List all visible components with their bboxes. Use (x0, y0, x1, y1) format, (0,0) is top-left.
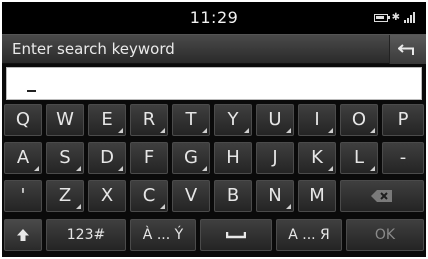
accented-chars-button[interactable]: À ... Ý (130, 219, 196, 251)
key-n[interactable]: N (256, 180, 294, 212)
backspace-button[interactable] (340, 180, 424, 212)
space-button[interactable] (200, 219, 272, 251)
key-z[interactable]: Z (46, 180, 84, 212)
alphabet-switch-button[interactable]: A ... Я (276, 219, 342, 251)
signal-icon (404, 12, 418, 23)
key-y[interactable]: Y (214, 104, 252, 136)
page-title: Enter search keyword (12, 40, 175, 58)
key-f[interactable]: F (130, 142, 168, 174)
numbers-button[interactable]: 123# (46, 219, 126, 251)
key-p[interactable]: P (382, 104, 424, 136)
battery-icon (373, 13, 390, 22)
shift-button[interactable] (4, 219, 42, 251)
key-l[interactable]: L (340, 142, 378, 174)
key-x[interactable]: X (88, 180, 126, 212)
key-u[interactable]: U (256, 104, 294, 136)
onscreen-keyboard: Q W E R T Y U I O P A S D F G H J K L - … (2, 104, 426, 257)
key-t[interactable]: T (172, 104, 210, 136)
shift-arrow-icon (17, 229, 29, 241)
key-b[interactable]: B (214, 180, 252, 212)
status-bar: 11:29 ✱ (2, 2, 426, 34)
key-hyphen[interactable]: - (382, 142, 424, 174)
navigation-screen: 11:29 ✱ Enter search keyword Q W E R T Y… (2, 2, 426, 257)
ok-button[interactable]: OK (346, 219, 424, 251)
key-k[interactable]: K (298, 142, 336, 174)
key-o[interactable]: O (340, 104, 378, 136)
key-i[interactable]: I (298, 104, 336, 136)
back-button[interactable] (389, 35, 426, 64)
bluetooth-icon: ✱ (391, 11, 400, 23)
key-d[interactable]: D (88, 142, 126, 174)
key-v[interactable]: V (172, 180, 210, 212)
key-j[interactable]: J (256, 142, 294, 174)
key-h[interactable]: H (214, 142, 252, 174)
key-r[interactable]: R (130, 104, 168, 136)
key-c[interactable]: C (130, 180, 168, 212)
header-bar: Enter search keyword (2, 34, 426, 64)
key-e[interactable]: E (88, 104, 126, 136)
key-w[interactable]: W (46, 104, 84, 136)
text-cursor (27, 90, 36, 92)
space-bar-icon (226, 232, 246, 239)
key-q[interactable]: Q (4, 104, 42, 136)
key-g[interactable]: G (172, 142, 210, 174)
search-input[interactable] (6, 67, 422, 100)
backspace-icon (371, 190, 392, 202)
back-arrow-icon (398, 43, 414, 55)
clock: 11:29 (189, 8, 239, 27)
key-a[interactable]: A (4, 142, 42, 174)
status-icons: ✱ (373, 11, 418, 23)
key-m[interactable]: M (298, 180, 336, 212)
key-s[interactable]: S (46, 142, 84, 174)
key-apostrophe[interactable]: ' (4, 180, 42, 212)
